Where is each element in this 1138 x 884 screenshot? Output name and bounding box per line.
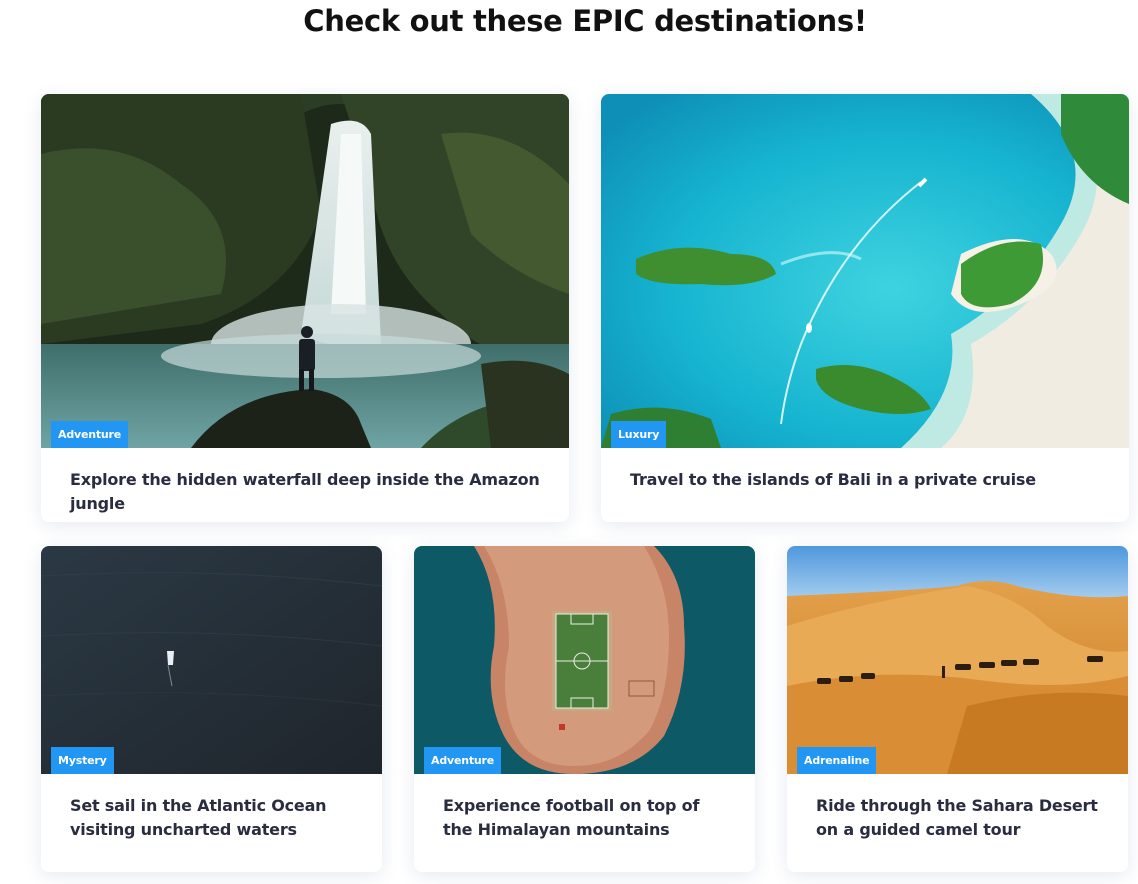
card-description: Travel to the islands of Bali in a priva… [630, 470, 1036, 489]
destination-card-football[interactable]: Adventure Experience football on top of … [414, 546, 755, 872]
card-image-islands: Luxury [601, 94, 1129, 448]
destination-card-ocean[interactable]: Mystery Set sail in the Atlantic Ocean v… [41, 546, 382, 872]
category-badge: Adventure [424, 747, 502, 774]
islands-aerial-photo [601, 94, 1129, 448]
card-image-football: Adventure [414, 546, 755, 774]
category-badge: Mystery [51, 747, 114, 774]
card-image-waterfall: Adventure [41, 94, 569, 448]
destination-card-islands[interactable]: Luxury Travel to the islands of Bali in … [601, 94, 1129, 522]
island-football-field-photo [414, 546, 755, 774]
category-badge: Luxury [611, 421, 667, 448]
category-badge: Adrenaline [797, 747, 877, 774]
destination-card-waterfall[interactable]: Adventure Explore the hidden waterfall d… [41, 94, 569, 522]
category-badge: Adventure [51, 421, 129, 448]
page-title: Check out these EPIC destinations! [303, 4, 867, 38]
card-description: Ride through the Sahara Desert on a guid… [816, 796, 1098, 839]
card-description: Set sail in the Atlantic Ocean visiting … [70, 796, 327, 839]
card-image-desert: Adrenaline [787, 546, 1128, 774]
desert-camels-photo [787, 546, 1128, 774]
card-description: Explore the hidden waterfall deep inside… [70, 470, 540, 513]
ocean-boat-photo [41, 546, 382, 774]
card-image-ocean: Mystery [41, 546, 382, 774]
card-description: Experience football on top of the Himala… [443, 796, 700, 839]
waterfall-photo [41, 94, 569, 448]
destination-card-desert[interactable]: Adrenaline Ride through the Sahara Deser… [787, 546, 1128, 872]
